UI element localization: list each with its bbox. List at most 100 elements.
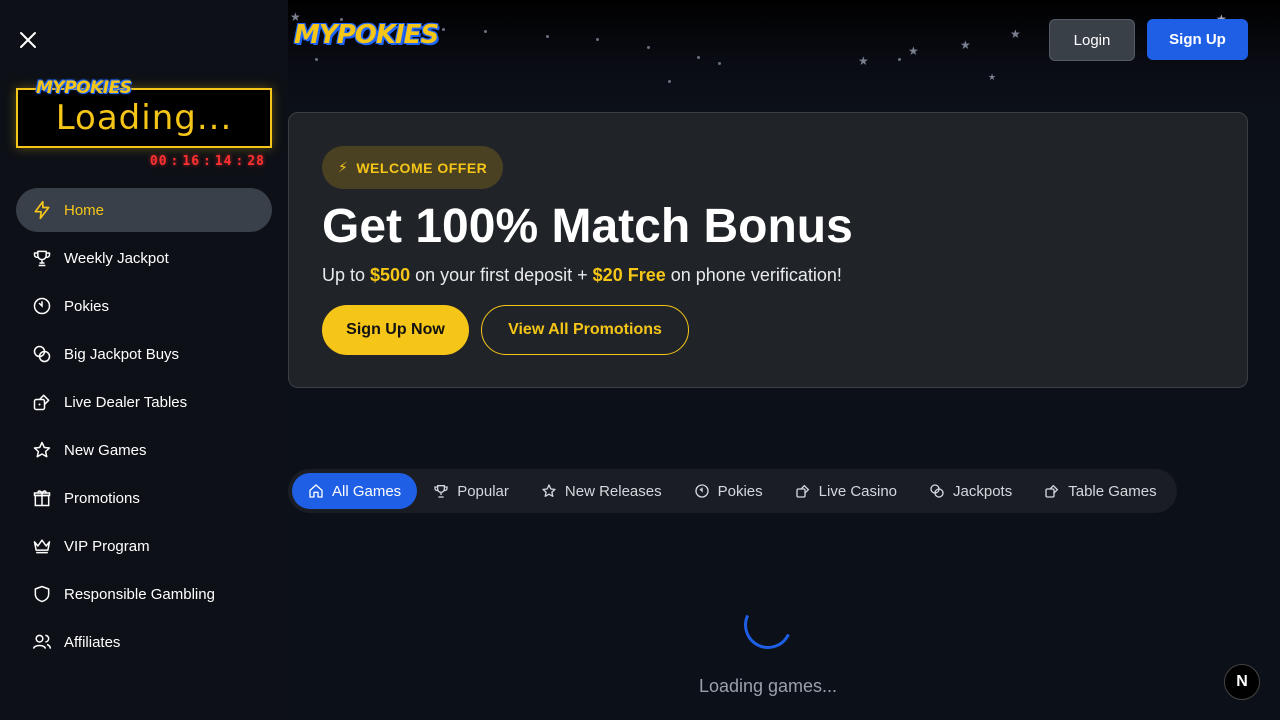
sidebar-item-new-games[interactable]: New Games xyxy=(16,428,272,472)
close-icon xyxy=(20,32,36,48)
tab-live-casino[interactable]: Live Casino xyxy=(779,473,913,509)
tab-all-games[interactable]: All Games xyxy=(292,473,418,509)
promo-free-amount: $20 Free xyxy=(592,265,666,285)
view-all-promotions-button[interactable]: View All Promotions xyxy=(481,305,689,355)
sidebar-item-pokies[interactable]: Pokies xyxy=(16,284,272,328)
tab-pokies[interactable]: Pokies xyxy=(678,473,779,509)
star-decoration: ★ xyxy=(960,38,971,52)
sidebar-item-home[interactable]: Home xyxy=(16,188,272,232)
promo-sub-prefix: Up to xyxy=(322,265,371,285)
clock-icon xyxy=(32,296,52,316)
timer-seconds: 14 xyxy=(214,154,233,169)
promo-banner: ⚡ WELCOME OFFER Get 100% Match Bonus Up … xyxy=(288,112,1248,388)
main-content: ★ ★ ★ ★ ★ ★ ★ ★ MYPOKIES Login Sign Up ⚡… xyxy=(288,0,1280,720)
sidebar-item-promotions[interactable]: Promotions xyxy=(16,476,272,520)
sidebar-item-label: Home xyxy=(64,201,105,219)
star-decoration: ★ xyxy=(908,44,919,58)
promo-title: Get 100% Match Bonus xyxy=(322,200,853,253)
dice-icon xyxy=(795,483,811,499)
close-sidebar-button[interactable] xyxy=(16,28,40,52)
dot-decoration xyxy=(484,30,487,33)
dot-decoration xyxy=(898,58,901,61)
trophy-icon xyxy=(32,248,52,268)
header: ★ ★ ★ ★ ★ ★ ★ ★ MYPOKIES Login Sign Up xyxy=(288,0,1280,110)
dot-decoration xyxy=(315,58,318,61)
tab-label: Pokies xyxy=(717,482,763,500)
tab-label: Table Games xyxy=(1068,482,1157,500)
tab-label: Popular xyxy=(457,482,509,500)
gift-icon xyxy=(32,488,52,508)
tab-jackpots[interactable]: Jackpots xyxy=(913,473,1028,509)
jackpot-display: MYPOKIES Loading... xyxy=(16,78,272,148)
star-decoration: ★ xyxy=(858,54,869,68)
coins-icon xyxy=(32,344,52,364)
sidebar-item-label: Responsible Gambling xyxy=(64,585,215,603)
sidebar-nav: Home Weekly Jackpot Pokies Big Jackpot B… xyxy=(16,188,272,668)
timer-minutes: 16 xyxy=(182,154,201,169)
site-logo[interactable]: MYPOKIES xyxy=(294,20,439,50)
bolt-icon: ⚡ xyxy=(338,159,349,175)
star-decoration: ★ xyxy=(988,72,997,82)
promo-sub-suffix: on phone verification! xyxy=(665,265,842,285)
home-icon xyxy=(308,483,324,499)
sidebar-item-big-jackpot-buys[interactable]: Big Jackpot Buys xyxy=(16,332,272,376)
sidebar-item-label: Affiliates xyxy=(64,633,121,651)
signup-button[interactable]: Sign Up xyxy=(1147,19,1248,60)
tab-table-games[interactable]: Table Games xyxy=(1028,473,1172,509)
sidebar-item-live-dealer-tables[interactable]: Live Dealer Tables xyxy=(16,380,272,424)
shield-icon xyxy=(32,584,52,604)
sidebar-item-responsible-gambling[interactable]: Responsible Gambling xyxy=(16,572,272,616)
dot-decoration xyxy=(647,46,650,49)
signup-now-button[interactable]: Sign Up Now xyxy=(322,305,469,355)
dot-decoration xyxy=(697,56,700,59)
sidebar-item-label: New Games xyxy=(64,441,147,459)
promo-sub-mid: on your first deposit + xyxy=(410,265,593,285)
badge-label: WELCOME OFFER xyxy=(356,159,488,176)
sidebar-item-weekly-jackpot[interactable]: Weekly Jackpot xyxy=(16,236,272,280)
timer-fraction: 28 xyxy=(247,154,265,169)
tab-label: New Releases xyxy=(564,482,662,500)
jackpot-timer: 00:16:14:28 xyxy=(149,154,265,169)
dot-decoration xyxy=(668,80,671,83)
sidebar-item-label: Pokies xyxy=(64,297,110,315)
tab-label: All Games xyxy=(332,482,402,500)
dot-decoration xyxy=(718,62,721,65)
game-category-tabs: All Games Popular New Releases Pokies Li… xyxy=(288,469,1177,513)
jackpot-logo: MYPOKIES xyxy=(36,78,132,98)
jackpot-amount: Loading... xyxy=(55,98,233,138)
star-icon xyxy=(32,440,52,460)
coins-icon xyxy=(929,483,945,499)
star-icon xyxy=(541,483,557,499)
loading-text: Loading games... xyxy=(698,676,838,696)
trophy-icon xyxy=(433,483,449,499)
star-decoration: ★ xyxy=(1010,27,1021,41)
sidebar-item-label: Live Dealer Tables xyxy=(64,393,188,411)
sidebar-item-label: Weekly Jackpot xyxy=(64,249,169,267)
tab-label: Jackpots xyxy=(953,482,1013,500)
sidebar: MYPOKIES Loading... 00:16:14:28 Home Wee… xyxy=(0,0,288,720)
timer-hours: 00 xyxy=(149,154,168,169)
dot-decoration xyxy=(546,35,549,38)
tab-new-releases[interactable]: New Releases xyxy=(525,473,678,509)
bolt-icon xyxy=(32,200,52,220)
clock-icon xyxy=(694,483,710,499)
dot-decoration xyxy=(442,28,445,31)
dice-icon xyxy=(32,392,52,412)
dice-icon xyxy=(1044,483,1060,499)
loading-spinner xyxy=(737,594,799,656)
crown-icon xyxy=(32,536,52,556)
dot-decoration xyxy=(596,38,599,41)
users-icon xyxy=(32,632,52,652)
sidebar-item-label: Big Jackpot Buys xyxy=(64,345,180,363)
login-button[interactable]: Login xyxy=(1049,19,1135,61)
sidebar-item-label: VIP Program xyxy=(64,537,150,555)
promo-subtitle: Up to $500 on your first deposit + $20 F… xyxy=(322,265,842,286)
tab-label: Live Casino xyxy=(818,482,898,500)
next-dev-badge[interactable]: N xyxy=(1224,664,1260,700)
sidebar-item-label: Promotions xyxy=(64,489,140,507)
promo-deposit-amount: $500 xyxy=(370,265,411,285)
sidebar-item-vip-program[interactable]: VIP Program xyxy=(16,524,272,568)
welcome-offer-badge: ⚡ WELCOME OFFER xyxy=(322,146,504,189)
sidebar-item-affiliates[interactable]: Affiliates xyxy=(16,620,272,664)
tab-popular[interactable]: Popular xyxy=(417,473,525,509)
